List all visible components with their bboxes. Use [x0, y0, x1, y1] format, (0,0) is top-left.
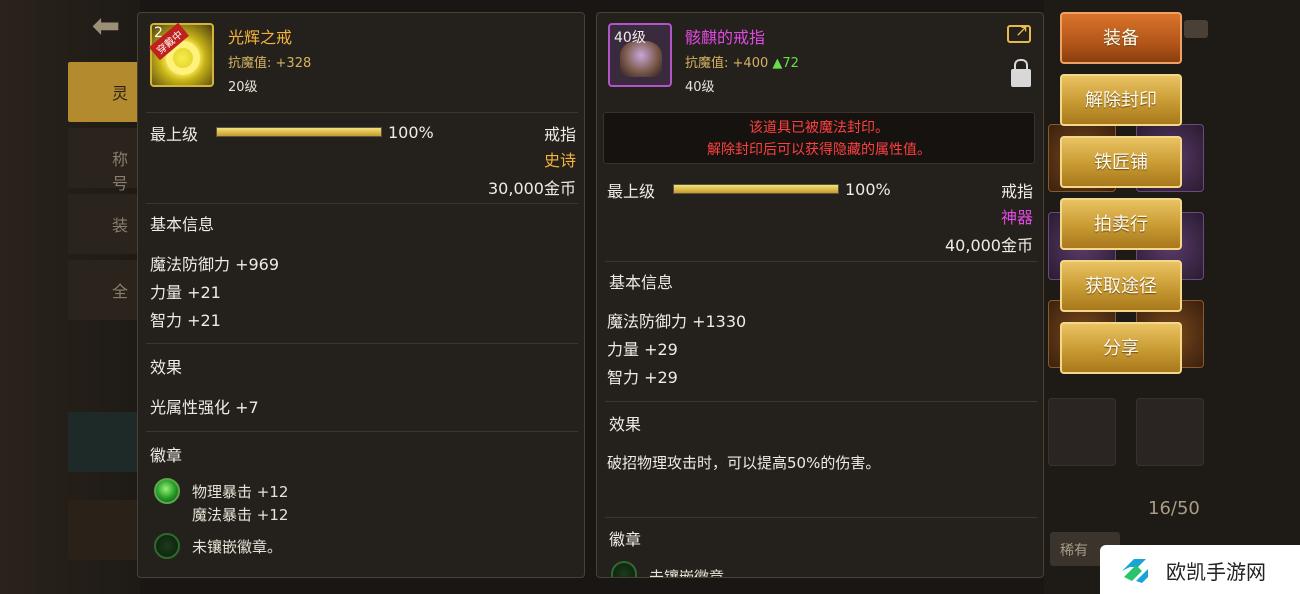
emblem-empty-icon	[611, 561, 637, 577]
side-tab-label: 灵	[112, 84, 129, 103]
item-name: 骸麒的戒指	[685, 28, 766, 47]
emblem-title: 徽章	[150, 446, 183, 465]
blacksmith-button[interactable]: 铁匠铺	[1060, 136, 1182, 188]
item-icon: 40级	[608, 23, 672, 87]
divider	[146, 112, 578, 113]
effect-title: 效果	[609, 415, 642, 434]
sealed-line-1: 该道具已被魔法封印。	[749, 120, 889, 136]
side-slot-item[interactable]	[68, 500, 140, 560]
item-icon: 2 穿戴中	[148, 22, 214, 87]
grade-percent: 100%	[388, 123, 434, 142]
resist-label: 抗魔值:	[685, 56, 729, 71]
equip-button[interactable]: 装备	[1060, 12, 1182, 64]
emblem-stat-1: 物理暴击 +12	[192, 483, 289, 501]
divider	[605, 401, 1037, 402]
divider	[605, 261, 1037, 262]
stat-strength: 力量 +29	[607, 340, 678, 359]
side-tab-label: 装	[112, 216, 129, 235]
item-name: 光辉之戒	[228, 28, 293, 47]
grade-progress-bar	[673, 184, 839, 194]
lock-icon[interactable]	[1011, 59, 1031, 87]
divider	[146, 343, 578, 344]
resist-label: 抗魔值:	[228, 56, 272, 71]
divider	[605, 517, 1037, 518]
side-tab-label: 全	[112, 282, 129, 301]
divider	[146, 431, 578, 432]
emblem-empty-text: 未镶嵌徽章。	[649, 568, 740, 578]
grade-progress-fill	[674, 185, 838, 193]
grade-label: 最上级	[150, 125, 199, 144]
obtain-source-button[interactable]: 获取途径	[1060, 260, 1182, 312]
stat-magic-defense: 魔法防御力 +969	[150, 255, 280, 274]
resist-number: +400	[732, 56, 769, 71]
watermark: 欧凯手游网	[1100, 545, 1300, 594]
item-type: 戒指	[543, 125, 576, 144]
stat-intelligence: 智力 +21	[150, 311, 221, 330]
basic-info-title: 基本信息	[609, 273, 674, 292]
item-level: 40级	[685, 80, 715, 95]
grade-progress-fill	[217, 128, 381, 136]
side-tab-2[interactable]: 称号	[68, 128, 140, 193]
resist-number: +328	[275, 56, 312, 71]
inventory-slot[interactable]	[1048, 398, 1116, 466]
side-slot-skill[interactable]	[68, 412, 140, 472]
sealed-line-2: 解除封印后可以获得隐藏的属性值。	[707, 142, 931, 158]
item-type: 戒指	[1000, 182, 1033, 201]
emblem-gem-icon	[154, 478, 180, 504]
back-arrow-icon[interactable]: ⬅	[86, 8, 126, 44]
effect-text: 破招物理攻击时，可以提高50%的伤害。	[607, 454, 881, 472]
equipped-item-panel: 2 穿戴中 光辉之戒 抗魔值: +328 20级 最上级 100% 戒指 史诗 …	[137, 12, 585, 578]
watermark-logo-icon	[1122, 559, 1148, 583]
emblem-stat-2: 魔法暴击 +12	[192, 506, 289, 524]
item-price: 30,000金币	[488, 179, 576, 198]
sealed-notice: 该道具已被魔法封印。 解除封印后可以获得隐藏的属性值。	[603, 112, 1035, 164]
share-icon[interactable]	[1007, 21, 1031, 43]
unseal-button[interactable]: 解除封印	[1060, 74, 1182, 126]
emblem-title: 徽章	[609, 530, 642, 549]
divider	[146, 203, 578, 204]
stat-intelligence: 智力 +29	[607, 368, 678, 387]
side-tab-4[interactable]: 全	[68, 260, 140, 320]
side-tab-label: 称号	[112, 150, 129, 193]
chat-icon[interactable]	[1184, 20, 1208, 38]
icon-level: 40级	[614, 30, 646, 46]
emblem-empty-text: 未镶嵌徽章。	[192, 538, 283, 556]
resist-value: 抗魔值: +400 ▲72	[685, 52, 799, 71]
stat-magic-defense: 魔法防御力 +1330	[607, 312, 747, 331]
side-tab-1[interactable]: 灵	[68, 62, 140, 122]
share-button[interactable]: 分享	[1060, 322, 1182, 374]
item-rarity: 史诗	[543, 151, 576, 170]
item-rarity: 神器	[1000, 208, 1033, 227]
resist-diff: ▲72	[772, 56, 799, 71]
resist-value: 抗魔值: +328	[228, 52, 311, 71]
inventory-slot[interactable]	[1136, 398, 1204, 466]
grade-percent: 100%	[845, 180, 891, 199]
watermark-text: 欧凯手游网	[1166, 560, 1266, 584]
basic-info-title: 基本信息	[150, 215, 215, 234]
auction-button[interactable]: 拍卖行	[1060, 198, 1182, 250]
emblem-empty-icon	[154, 533, 180, 559]
stat-strength: 力量 +21	[150, 283, 221, 302]
effect-title: 效果	[150, 358, 183, 377]
compare-item-panel: 40级 骸麒的戒指 抗魔值: +400 ▲72 40级 该道具已被魔法封印。 解…	[596, 12, 1044, 578]
item-level: 20级	[228, 80, 258, 95]
inventory-counter: 16/50	[1148, 498, 1200, 519]
effect-text: 光属性强化 +7	[150, 398, 259, 417]
side-tab-3[interactable]: 装	[68, 194, 140, 254]
grade-progress-bar	[216, 127, 382, 137]
item-price: 40,000金币	[945, 236, 1033, 255]
grade-label: 最上级	[607, 182, 656, 201]
